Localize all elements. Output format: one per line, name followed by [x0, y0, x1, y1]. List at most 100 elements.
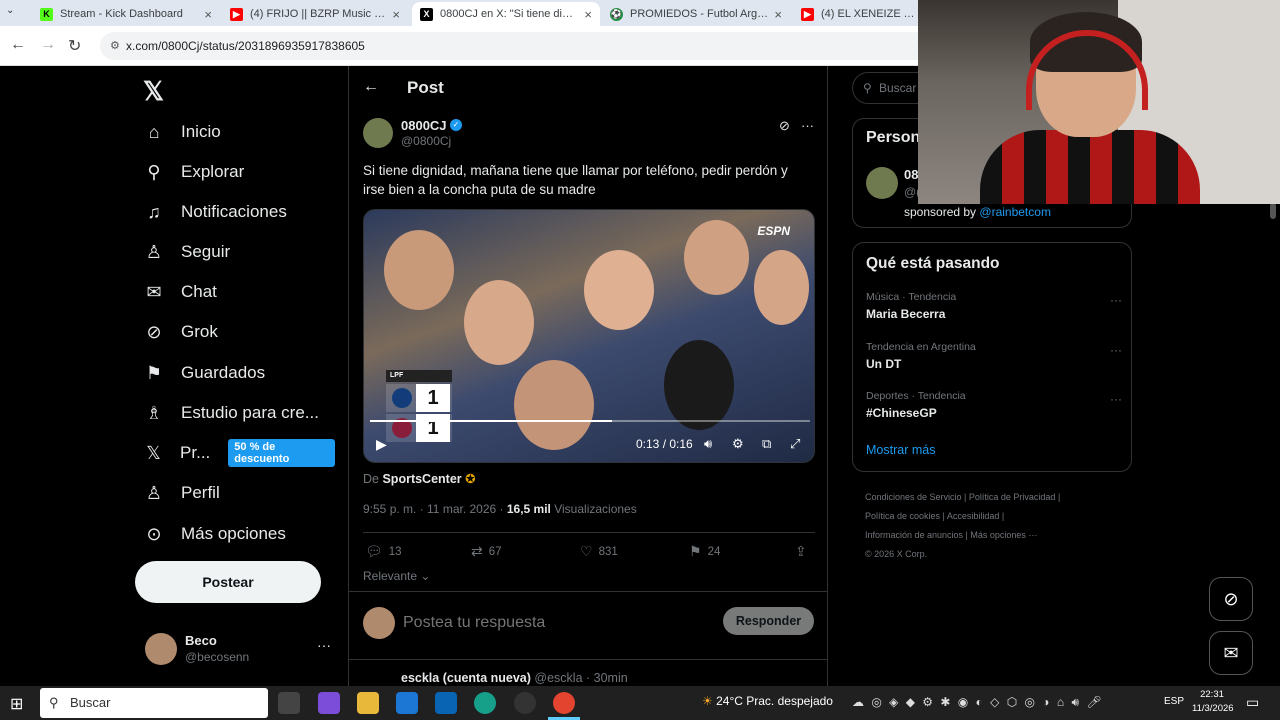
nav-item-mas-opciones[interactable]: ⊙ Más opciones: [143, 519, 285, 549]
avatar: [145, 633, 177, 665]
avatar[interactable]: [866, 167, 898, 199]
weather-widget[interactable]: ☀ 24°C Prac. despejado: [702, 694, 833, 708]
reply-button[interactable]: Responder: [723, 607, 814, 635]
bookmark-stat[interactable]: ⚑ 24: [689, 543, 720, 560]
nav-item-guardados[interactable]: ⚑ Guardados: [143, 358, 265, 388]
nav-item-inicio[interactable]: ⌂ Inicio: [143, 117, 221, 147]
sun-icon: ☀: [702, 694, 713, 708]
browser-tab[interactable]: ⚽ PROMIEDOS - Futbol Argentino ×: [602, 2, 790, 26]
scrollbar-thumb[interactable]: [1270, 203, 1276, 219]
store-icon[interactable]: [396, 692, 418, 714]
x-logo-icon[interactable]: 𝕏: [143, 76, 164, 107]
like-stat[interactable]: ♡ 831: [580, 543, 618, 560]
trend-item[interactable]: Tendencia en Argentina Un DT ···: [866, 341, 1124, 371]
promiedos-icon: ⚽: [610, 7, 623, 21]
x-icon: X: [420, 7, 433, 21]
outlook-icon[interactable]: [435, 692, 457, 714]
post-button[interactable]: Postear: [135, 561, 321, 603]
reload-icon[interactable]: ↻: [68, 36, 81, 56]
author-handle[interactable]: @0800Cj: [401, 134, 451, 148]
file-explorer-icon[interactable]: [357, 692, 379, 714]
more-circle-icon: ⊙: [146, 523, 162, 544]
url-field[interactable]: ⚙ x.com/0800Cj/status/203189693591783860…: [100, 32, 930, 60]
source-name[interactable]: SportsCenter: [382, 472, 461, 486]
reply-icon: 💬︎: [365, 543, 383, 559]
grok-float-button[interactable]: ⊘: [1209, 577, 1253, 621]
browser-tab-active[interactable]: X 0800CJ en X: "Si tiene dignidad ×: [412, 2, 600, 26]
nav-item-grok[interactable]: ⊘ Grok: [143, 317, 217, 347]
reply-item[interactable]: esckla (cuenta nueva) @esckla · 30min: [401, 671, 628, 685]
volume-icon[interactable]: 🔊︎: [704, 436, 712, 452]
nav-item-premium[interactable]: 𝕏 Pr... 50 % de descuento: [143, 438, 335, 468]
settings-gear-icon[interactable]: ⚙: [732, 436, 744, 452]
nav-item-perfil[interactable]: ♙ Perfil: [143, 478, 220, 508]
close-tab-icon[interactable]: ×: [392, 7, 400, 22]
show-more-link[interactable]: Mostrar más: [866, 443, 935, 457]
tab-search-icon[interactable]: ⌄: [6, 5, 14, 16]
more-icon[interactable]: ···: [1110, 293, 1122, 307]
trend-item[interactable]: Deportes · Tendencia #ChineseGP ···: [866, 390, 1124, 420]
video-player[interactable]: ESPN LPF 1 1 ▶ 0:13 / 0:16 🔊︎ ⚙ ⧉ ⤢: [363, 209, 815, 463]
close-tab-icon[interactable]: ×: [204, 7, 212, 22]
more-icon[interactable]: ···: [801, 118, 814, 133]
chrome-icon[interactable]: [553, 692, 575, 714]
more-icon[interactable]: ···: [317, 637, 331, 653]
browser-tab[interactable]: ▶ (4) FRIJO || BZRP Music Sessions ×: [222, 2, 408, 26]
language-indicator[interactable]: ESP: [1164, 696, 1184, 707]
verified-gold-icon: ✪: [465, 472, 476, 486]
grok-icon[interactable]: ⊘: [779, 118, 790, 134]
copilot-icon[interactable]: [318, 692, 340, 714]
windows-start-icon[interactable]: ⊞: [10, 694, 23, 714]
more-icon[interactable]: ···: [1110, 343, 1122, 357]
back-arrow-icon[interactable]: ←: [363, 78, 379, 96]
post-column: ← Post 0800CJ ✓ @0800Cj ⊘ ··· Si tiene d…: [348, 66, 828, 686]
author-name[interactable]: 0800CJ: [401, 118, 447, 133]
repost-stat[interactable]: ⇄ 67: [471, 543, 502, 560]
account-handle: @becosenn: [185, 650, 250, 664]
home-icon: ⌂: [148, 121, 160, 142]
nav-item-seguir[interactable]: ♙ Seguir: [143, 237, 230, 267]
more-icon[interactable]: ···: [1110, 392, 1122, 406]
post-header: ← Post: [349, 66, 827, 110]
post-meta: 9:55 p. m. · 11 mar. 2026 · 16,5 mil Vis…: [363, 502, 637, 516]
sponsor-link[interactable]: @rainbetcom: [979, 205, 1051, 219]
play-icon[interactable]: ▶: [376, 436, 387, 453]
reply-stat[interactable]: 💬︎ 13: [365, 543, 402, 560]
nav-item-explorar[interactable]: ⚲ Explorar: [143, 157, 244, 187]
reply-input[interactable]: [403, 612, 703, 634]
close-tab-icon[interactable]: ×: [774, 7, 782, 22]
forward-icon[interactable]: →: [40, 36, 56, 54]
back-icon[interactable]: ←: [10, 36, 26, 54]
nav-item-chat[interactable]: ✉ Chat: [143, 277, 216, 307]
edge-icon[interactable]: [474, 692, 496, 714]
trend-item[interactable]: Música · Tendencia Maria Becerra ···: [866, 291, 1124, 321]
scrollbar[interactable]: [1270, 201, 1276, 681]
windows-taskbar: ⊞ ⚲ Buscar ☀ 24°C Prac. despejado ☁ ◎ ◈ …: [0, 686, 1280, 720]
nav-item-estudio[interactable]: ♗ Estudio para cre...: [143, 398, 319, 428]
site-info-icon[interactable]: ⚙: [110, 32, 120, 60]
search-icon: ⚲: [49, 695, 59, 710]
clock[interactable]: 22:31 11/3/2026: [1192, 688, 1234, 716]
home-score: 1: [416, 384, 450, 412]
share-icon[interactable]: ⇪: [795, 543, 813, 560]
browser-tab[interactable]: K Stream - Kick Dashboard ×: [32, 2, 220, 26]
kick-icon: K: [40, 7, 53, 21]
fullscreen-icon[interactable]: ⤢: [790, 436, 800, 452]
notification-icon[interactable]: ▭: [1246, 694, 1259, 711]
system-tray-icons[interactable]: ☁ ◎ ◈ ◆ ⚙ ✱ ◉ ◐ ◇ ⬡ ◎ ◑ ⌂ 🔊︎ 🎤︎: [852, 695, 1104, 710]
taskbar-search[interactable]: ⚲ Buscar: [40, 688, 268, 718]
account-switcher[interactable]: Beco @becosenn ···: [145, 631, 335, 671]
obs-icon[interactable]: [514, 692, 536, 714]
bookmark-icon: ⚑: [145, 362, 163, 383]
video-progress-bar[interactable]: [370, 420, 810, 422]
pip-icon[interactable]: ⧉: [762, 436, 771, 452]
close-tab-icon[interactable]: ×: [584, 7, 592, 22]
author-avatar[interactable]: [363, 118, 393, 148]
grok-icon: ⊘: [146, 321, 162, 342]
browser-tab[interactable]: ▶ (4) EL XENEIZE Y EL CICL: [793, 2, 923, 26]
messages-float-button[interactable]: ✉: [1209, 631, 1253, 675]
task-view-icon[interactable]: [278, 692, 300, 714]
sort-dropdown[interactable]: Relevante ⌄: [363, 569, 430, 583]
repost-icon: ⇄: [471, 543, 483, 559]
nav-item-notificaciones[interactable]: ♫ Notificaciones: [143, 197, 287, 227]
